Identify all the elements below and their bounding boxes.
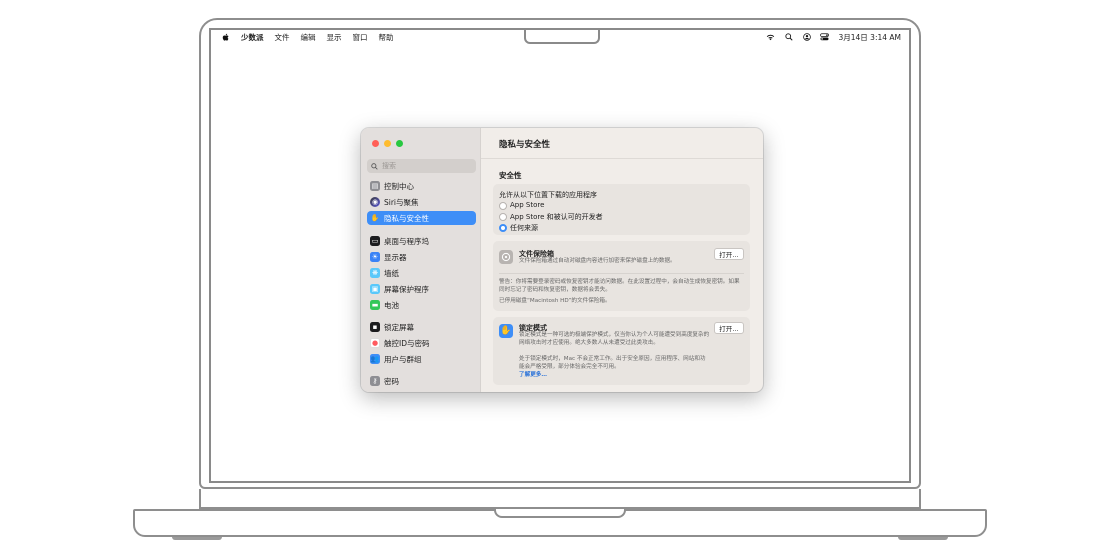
- filevault-description: 文件保险箱通过自动对磁盘内容进行加密来保护磁盘上的数据。: [519, 258, 676, 264]
- apple-icon[interactable]: [221, 33, 230, 42]
- menu-window[interactable]: 窗口: [353, 32, 368, 43]
- control-center-icon: ▤: [370, 181, 380, 191]
- filevault-warning: 警告：你将需要登录密码或恢复密钥才能访问数据。在此设置过程中，会自动生成恢复密钥…: [499, 279, 740, 293]
- laptop-hinge: [199, 489, 921, 509]
- page-title: 隐私与安全性: [499, 140, 551, 150]
- wifi-icon[interactable]: [766, 33, 775, 42]
- lockdown-card: ✋ 锁定模式 锁定模式是一种可选的极端保护模式，仅当你认为个人可能遭受到高度复杂…: [493, 317, 750, 385]
- sidebar-item-label: 锁定屏幕: [384, 322, 414, 332]
- downloads-card: 允许从以下位置下载的应用程序 App Store App Store 和被认可的…: [493, 184, 750, 235]
- search-field[interactable]: 搜索: [367, 159, 476, 173]
- sidebar-item-privacy-security[interactable]: ✋ 隐私与安全性: [367, 211, 476, 225]
- menu-file[interactable]: 文件: [275, 32, 290, 43]
- battery-icon: ▬: [370, 300, 380, 310]
- sidebar-item-label: 用户与群组: [384, 354, 422, 364]
- menu-help[interactable]: 帮助: [379, 32, 394, 43]
- key-icon: ⚷: [370, 376, 380, 386]
- sidebar-item-desktop-dock[interactable]: ▭ 桌面与程序坞: [367, 234, 476, 248]
- lockdown-hand-icon: ✋: [499, 324, 513, 338]
- radio-label: App Store 和被认可的开发者: [510, 213, 603, 221]
- sidebar-item-battery[interactable]: ▬ 电池: [367, 298, 476, 312]
- section-title: 安全性: [499, 171, 522, 180]
- sidebar-item-siri-spotlight[interactable]: ◉ Siri与聚焦: [367, 195, 476, 209]
- search-icon: [371, 162, 378, 170]
- hand-icon: ✋: [370, 213, 380, 223]
- laptop-foot-left: [172, 537, 222, 540]
- laptop-opening-notch: [494, 509, 626, 518]
- sidebar-item-touchid-password[interactable]: ● 触控ID与密码: [367, 336, 476, 350]
- menu-edit[interactable]: 编辑: [301, 32, 316, 43]
- laptop-foot-right: [898, 537, 948, 540]
- radio-label: 任何来源: [510, 224, 538, 232]
- screensaver-icon: ▣: [370, 284, 380, 294]
- filevault-turn-on-button[interactable]: 打开…: [714, 248, 744, 260]
- sidebar-item-screensaver[interactable]: ▣ 屏幕保护程序: [367, 282, 476, 296]
- siri-icon: ◉: [370, 197, 380, 207]
- card-divider: [499, 273, 744, 274]
- sidebar-item-label: 显示器: [384, 252, 407, 262]
- user-icon[interactable]: [802, 32, 811, 42]
- lockdown-description: 锁定模式是一种可选的极端保护模式，仅当你认为个人可能遭受到高度复杂的网络攻击时才…: [519, 332, 710, 346]
- control-center-icon[interactable]: [820, 32, 830, 42]
- radio-app-store[interactable]: [499, 202, 507, 210]
- sidebar-item-label: 电池: [384, 300, 399, 310]
- search-icon[interactable]: [784, 32, 793, 42]
- content-pane: 隐私与安全性 安全性 允许从以下位置下载的应用程序 App Store App …: [481, 128, 763, 392]
- traffic-lights: [372, 140, 403, 147]
- settings-window: 搜索 ▤ 控制中心 ◉ Siri与聚焦 ✋ 隐私与安全性 ▭ 桌面与程序坞 ☀ …: [361, 128, 763, 392]
- sidebar-item-label: 桌面与程序坞: [384, 236, 429, 246]
- sidebar-item-label: 屏幕保护程序: [384, 284, 429, 294]
- fingerprint-icon: ●: [370, 338, 380, 348]
- menu-clock[interactable]: 3月14日 3:14 AM: [838, 32, 901, 43]
- lockdown-turn-on-button[interactable]: 打开…: [714, 322, 744, 334]
- filevault-card: 文件保险箱 文件保险箱通过自动对磁盘内容进行加密来保护磁盘上的数据。 打开… 警…: [493, 241, 750, 311]
- users-icon: 👥: [370, 354, 380, 364]
- radio-anywhere[interactable]: [499, 224, 507, 232]
- menu-view[interactable]: 显示: [327, 32, 342, 43]
- sidebar-item-lock-screen[interactable]: ▪ 锁定屏幕: [367, 320, 476, 334]
- sidebar-item-passwords[interactable]: ⚷ 密码: [367, 374, 476, 388]
- lockdown-detail: 处于锁定模式时，Mac 不会正常工作。出于安全原因，应用程序、网站和功能会严格受…: [519, 356, 706, 370]
- filevault-status: 已停用磁盘“Macintosh HD”的文件保险箱。: [499, 298, 611, 304]
- close-button[interactable]: [372, 140, 379, 147]
- sidebar-item-label: 触控ID与密码: [384, 338, 430, 348]
- desktop-icon: ▭: [370, 236, 380, 246]
- sidebar-item-label: 密码: [384, 376, 399, 386]
- vault-icon: [499, 250, 513, 264]
- sidebar-item-control-center[interactable]: ▤ 控制中心: [367, 179, 476, 193]
- lock-icon: ▪: [370, 322, 380, 332]
- app-menu[interactable]: 少数派: [241, 32, 264, 43]
- sidebar-item-label: 隐私与安全性: [384, 213, 429, 223]
- sidebar: 搜索 ▤ 控制中心 ◉ Siri与聚焦 ✋ 隐私与安全性 ▭ 桌面与程序坞 ☀ …: [361, 128, 481, 392]
- zoom-button[interactable]: [396, 140, 403, 147]
- learn-more-link[interactable]: 了解更多…: [519, 371, 547, 379]
- radio-identified-developers[interactable]: [499, 213, 507, 221]
- downloads-heading: 允许从以下位置下载的应用程序: [499, 191, 597, 199]
- search-placeholder: 搜索: [382, 162, 396, 170]
- wallpaper-icon: ❋: [370, 268, 380, 278]
- sidebar-item-displays[interactable]: ☀ 显示器: [367, 250, 476, 264]
- sidebar-item-label: Siri与聚焦: [384, 197, 419, 207]
- sidebar-item-users-groups[interactable]: 👥 用户与群组: [367, 352, 476, 366]
- menu-bar: 少数派 文件 编辑 显示 窗口 帮助 3月14日 3:14 AM: [211, 30, 909, 44]
- sidebar-item-label: 控制中心: [384, 181, 414, 191]
- title-divider: [481, 158, 763, 159]
- display-icon: ☀: [370, 252, 380, 262]
- minimize-button[interactable]: [384, 140, 391, 147]
- sidebar-item-wallpaper[interactable]: ❋ 墙纸: [367, 266, 476, 280]
- radio-label: App Store: [510, 201, 545, 209]
- sidebar-item-label: 墙纸: [384, 268, 399, 278]
- screen: 少数派 文件 编辑 显示 窗口 帮助 3月14日 3:14 AM 搜索 ▤ 控制…: [209, 28, 911, 483]
